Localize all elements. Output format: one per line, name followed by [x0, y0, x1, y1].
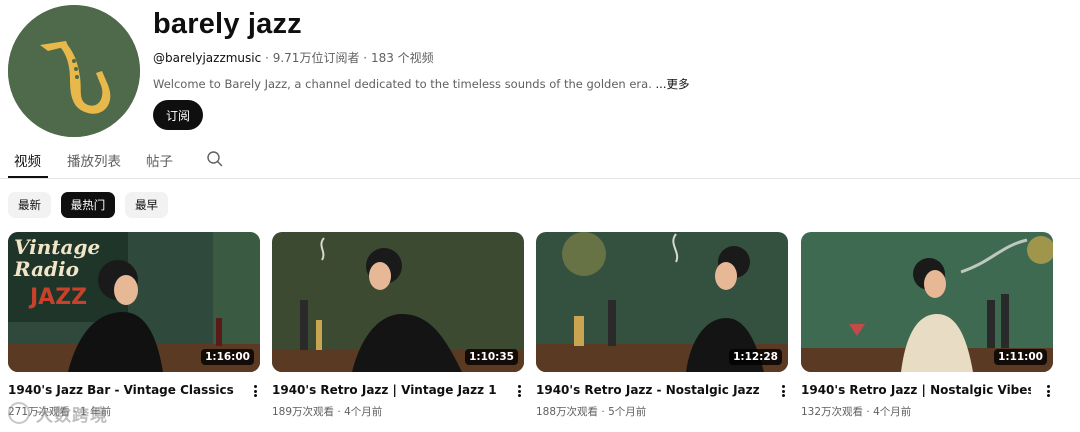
tab-posts[interactable]: 帖子	[146, 150, 173, 170]
channel-header: barely jazz @barelyjazzmusic · 9.71万位订阅者…	[8, 4, 1068, 138]
more-link[interactable]: ...更多	[656, 77, 690, 91]
video-title[interactable]: 1940's Retro Jazz | Nostalgic Vibes	[801, 383, 1031, 397]
channel-handle[interactable]: @barelyjazzmusic	[153, 51, 261, 65]
video-count: 183 个视频	[370, 51, 434, 65]
video-meta: 132万次观看 · 4个月前	[801, 404, 911, 419]
view-count: 189万次观看	[272, 406, 335, 418]
subscribe-button[interactable]: 订阅	[153, 100, 203, 130]
channel-tabs: 视频 播放列表 帖子	[0, 142, 1080, 179]
watermark-text: 大数跨境	[36, 405, 108, 426]
channel-title: barely jazz	[153, 8, 302, 40]
channel-description[interactable]: Welcome to Barely Jazz, a channel dedica…	[153, 76, 690, 92]
thumb-text-radio: Radio	[13, 257, 79, 281]
tab-playlists[interactable]: 播放列表	[67, 150, 121, 170]
upload-age: 5个月前	[608, 406, 647, 418]
active-tab-indicator	[8, 176, 48, 178]
video-meta: 188万次观看 · 5个月前	[536, 404, 646, 419]
view-count: 132万次观看	[801, 406, 864, 418]
meta-separator: ·	[363, 51, 368, 65]
video-card[interactable]: 1:12:28 1940's Retro Jazz - Nostalgic Ja…	[536, 232, 788, 422]
video-thumbnail[interactable]: 1:12:28	[536, 232, 788, 372]
video-title[interactable]: 1940's Retro Jazz | Vintage Jazz 1	[272, 383, 502, 397]
meta-separator: ·	[265, 51, 269, 65]
view-count: 188万次观看	[536, 406, 599, 418]
upload-age: 4个月前	[344, 406, 383, 418]
meta-separator: ·	[337, 406, 341, 418]
video-duration: 1:12:28	[729, 349, 782, 365]
chip-popular[interactable]: 最热门	[61, 192, 115, 218]
video-card[interactable]: 1:11:00 1940's Retro Jazz | Nostalgic Vi…	[801, 232, 1053, 422]
meta-separator: ·	[601, 406, 605, 418]
saxophone-icon	[8, 5, 140, 137]
video-meta: 189万次观看 · 4个月前	[272, 404, 382, 419]
channel-avatar[interactable]	[8, 5, 140, 137]
video-duration: 1:10:35	[465, 349, 518, 365]
thumb-text-vintage: Vintage	[14, 235, 100, 259]
watermark-logo-icon	[8, 402, 30, 424]
video-duration: 1:11:00	[994, 349, 1047, 365]
thumb-text-jazz: JAZZ	[28, 285, 87, 310]
more-actions-icon[interactable]	[250, 382, 260, 400]
video-duration: 1:16:00	[201, 349, 254, 365]
video-thumbnail[interactable]: 1:10:35	[272, 232, 524, 372]
tab-videos[interactable]: 视频	[14, 150, 41, 170]
video-title[interactable]: 1940's Jazz Bar - Vintage Classics	[8, 383, 238, 397]
video-card[interactable]: Vintage Radio JAZZ 1:16:00 1940's Jazz B…	[8, 232, 260, 422]
upload-age: 4个月前	[873, 406, 912, 418]
channel-meta: @barelyjazzmusic · 9.71万位订阅者 · 183 个视频	[153, 49, 434, 66]
description-text: Welcome to Barely Jazz, a channel dedica…	[153, 77, 652, 91]
chip-oldest[interactable]: 最早	[125, 192, 168, 218]
chip-latest[interactable]: 最新	[8, 192, 51, 218]
search-icon[interactable]	[206, 150, 224, 168]
more-actions-icon[interactable]	[1043, 382, 1053, 400]
video-card[interactable]: 1:10:35 1940's Retro Jazz | Vintage Jazz…	[272, 232, 524, 422]
video-thumbnail[interactable]: Vintage Radio JAZZ 1:16:00	[8, 232, 260, 372]
subscriber-count: 9.71万位订阅者	[272, 51, 360, 65]
more-actions-icon[interactable]	[778, 382, 788, 400]
meta-separator: ·	[866, 406, 870, 418]
watermark: 大数跨境	[8, 400, 140, 426]
more-actions-icon[interactable]	[514, 382, 524, 400]
video-thumbnail[interactable]: 1:11:00	[801, 232, 1053, 372]
video-title[interactable]: 1940's Retro Jazz - Nostalgic Jazz	[536, 383, 766, 397]
